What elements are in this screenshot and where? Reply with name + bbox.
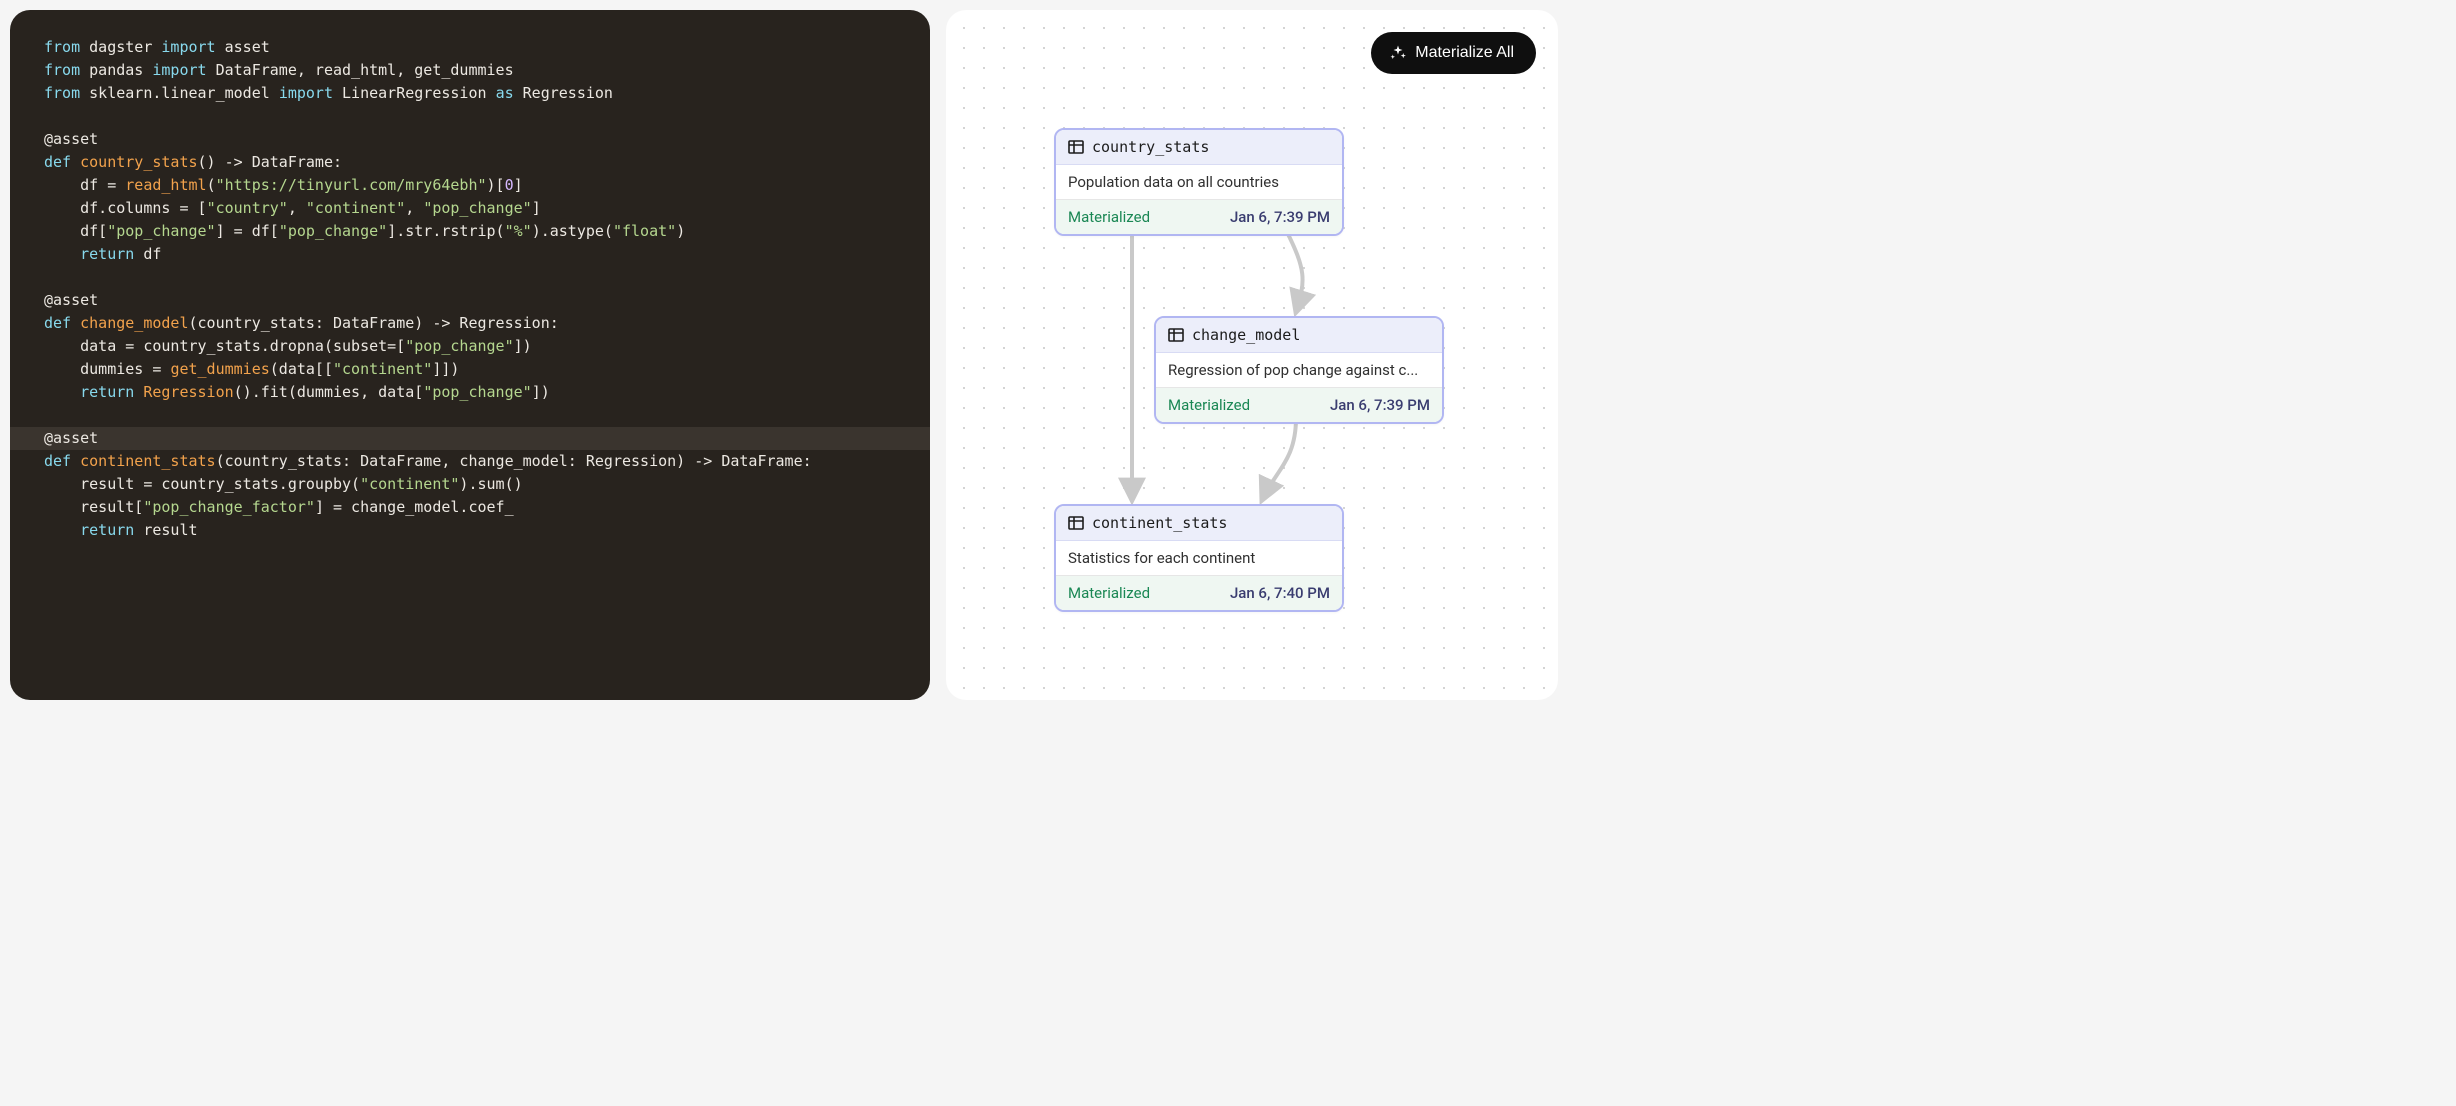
asset-description: Regression of pop change against c...	[1156, 353, 1442, 388]
asset-node-header: change_model	[1156, 318, 1442, 353]
status-badge: Materialized	[1068, 208, 1150, 226]
asset-graph-panel: Materialize All country_stats Population…	[946, 10, 1558, 700]
asset-name: country_stats	[1092, 138, 1209, 156]
asset-node-country-stats[interactable]: country_stats Population data on all cou…	[1054, 128, 1344, 236]
status-timestamp: Jan 6, 7:40 PM	[1230, 584, 1330, 602]
code-editor-panel: from dagster import asset from pandas im…	[10, 10, 930, 700]
asset-status-row: Materialized Jan 6, 7:39 PM	[1056, 200, 1342, 234]
status-timestamp: Jan 6, 7:39 PM	[1330, 396, 1430, 414]
code-content: from dagster import asset from pandas im…	[44, 36, 904, 542]
asset-status-row: Materialized Jan 6, 7:39 PM	[1156, 388, 1442, 422]
table-icon	[1068, 515, 1084, 531]
asset-description: Statistics for each continent	[1056, 541, 1342, 576]
materialize-all-label: Materialize All	[1415, 44, 1514, 62]
asset-node-continent-stats[interactable]: continent_stats Statistics for each cont…	[1054, 504, 1344, 612]
asset-node-header: continent_stats	[1056, 506, 1342, 541]
asset-node-header: country_stats	[1056, 130, 1342, 165]
asset-name: change_model	[1192, 326, 1300, 344]
asset-node-change-model[interactable]: change_model Regression of pop change ag…	[1154, 316, 1444, 424]
sparkle-icon	[1389, 44, 1407, 62]
status-badge: Materialized	[1068, 584, 1150, 602]
status-timestamp: Jan 6, 7:39 PM	[1230, 208, 1330, 226]
table-icon	[1168, 327, 1184, 343]
asset-status-row: Materialized Jan 6, 7:40 PM	[1056, 576, 1342, 610]
status-badge: Materialized	[1168, 396, 1250, 414]
asset-name: continent_stats	[1092, 514, 1227, 532]
asset-description: Population data on all countries	[1056, 165, 1342, 200]
materialize-all-button[interactable]: Materialize All	[1371, 32, 1536, 74]
table-icon	[1068, 139, 1084, 155]
